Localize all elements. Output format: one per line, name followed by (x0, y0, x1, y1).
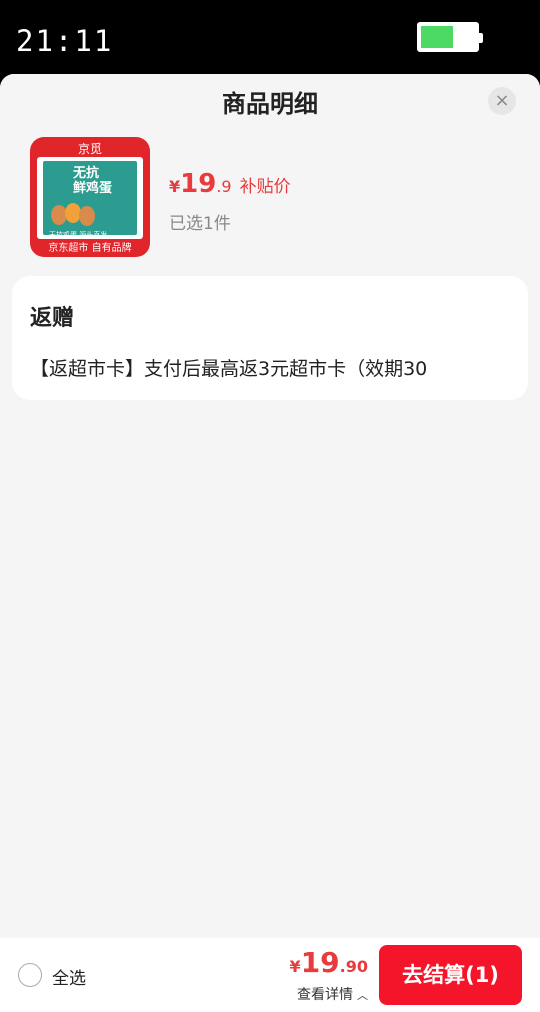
product-image[interactable]: 京觅 无抗 鲜鸡蛋 无抗鸡蛋 源头直发 京东超市 自有品牌 (30, 137, 150, 257)
total-currency: ¥ (289, 957, 301, 976)
view-details-label: 查看详情 (297, 987, 353, 1003)
product-detail-sheet: 商品明细 × 京觅 无抗 鲜鸡蛋 无抗鸡蛋 源头直发 京东超市 自有品牌 ¥19… (0, 74, 540, 1012)
package-text: 无抗 鲜鸡蛋 (73, 166, 113, 196)
price-currency: ¥ (169, 177, 181, 196)
select-all-checkbox[interactable] (18, 963, 42, 987)
brand-footer: 京东超市 自有品牌 (48, 243, 132, 254)
battery-icon (417, 22, 483, 52)
gift-title: 返赠 (30, 306, 75, 331)
status-bar: 21:11 (0, 0, 540, 76)
battery-tip (479, 33, 483, 43)
gift-text: 【返超市卡】支付后最高返3元超市卡（效期30 (30, 358, 428, 380)
total-decimal: .90 (339, 957, 368, 976)
close-button[interactable]: × (488, 87, 516, 115)
price-integer: 19 (180, 169, 217, 199)
sheet-header: 商品明细 × (0, 74, 540, 126)
price-tag: 补贴价 (239, 177, 291, 197)
egg-icon (79, 206, 95, 226)
checkout-bar: 全选 ¥19.90 查看详情 ︿ 去结算(1) (0, 938, 540, 1012)
brand-logo: 京觅 (77, 142, 102, 156)
price-decimal: .9 (216, 177, 232, 196)
close-icon: × (494, 90, 510, 111)
view-details-link[interactable]: 查看详情 ︿ (297, 984, 368, 1004)
select-all-label[interactable]: 全选 (52, 964, 86, 989)
product-item: 京觅 无抗 鲜鸡蛋 无抗鸡蛋 源头直发 京东超市 自有品牌 ¥19.9 补贴价 已… (30, 137, 510, 257)
selected-count: 已选1件 (169, 214, 231, 234)
package-art: 无抗 鲜鸡蛋 (43, 161, 137, 235)
sheet-title: 商品明细 (222, 90, 318, 118)
total-integer: 19 (300, 946, 340, 979)
gift-card: 返赠 【返超市卡】支付后最高返3元超市卡（效期30 (12, 276, 528, 400)
product-price: ¥19.9 补贴价 (169, 169, 291, 199)
chevron-up-icon: ︿ (357, 989, 368, 1002)
battery-level (421, 26, 453, 48)
status-time: 21:11 (16, 24, 114, 58)
total-price: ¥19.90 (290, 946, 368, 979)
product-package: 无抗 鲜鸡蛋 无抗鸡蛋 源头直发 (37, 157, 143, 239)
checkout-button[interactable]: 去结算(1) (379, 945, 522, 1005)
